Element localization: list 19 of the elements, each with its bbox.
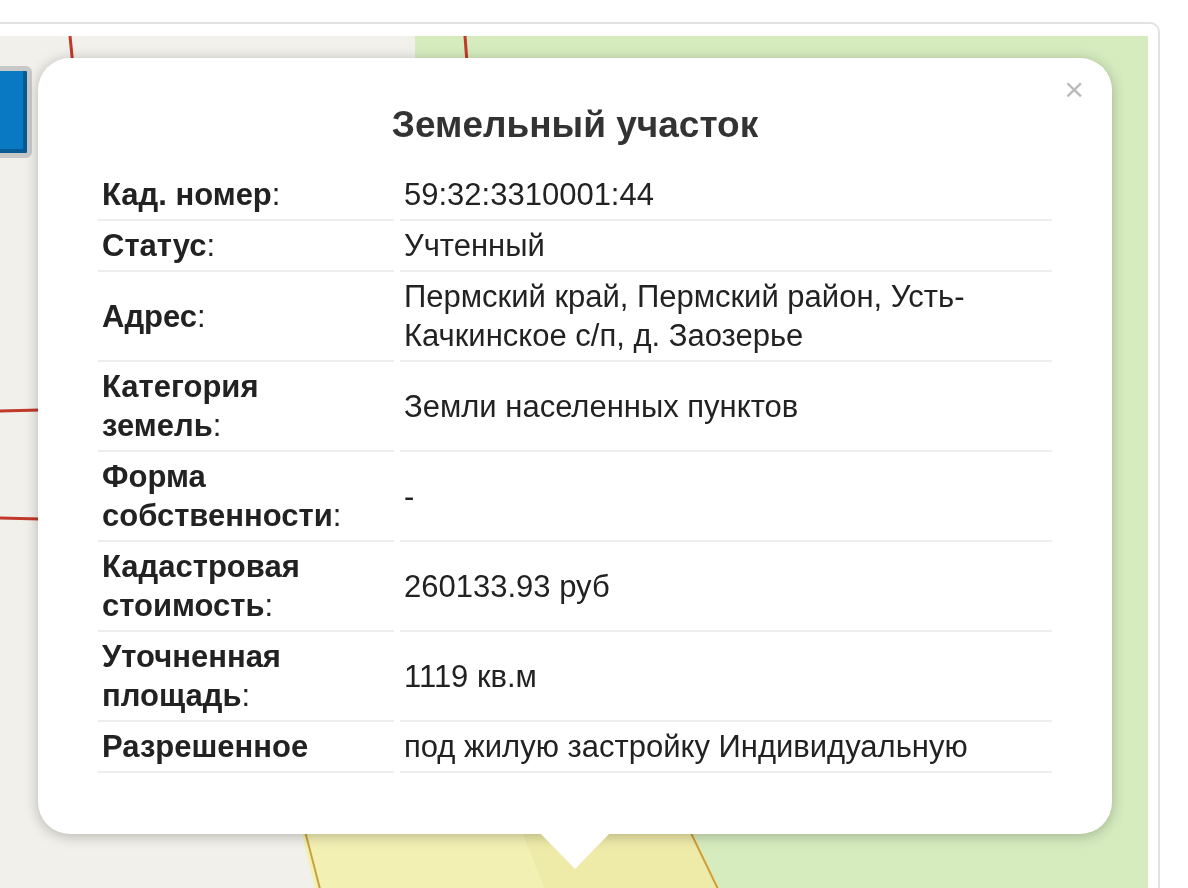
field-label: Адрес: (102, 297, 206, 336)
field-value: 1119 кв.м (404, 657, 537, 696)
field-label: Кад. номер: (102, 176, 281, 214)
field-value: - (404, 477, 415, 516)
close-button[interactable]: × (1058, 70, 1090, 109)
field-value: 59:32:3310001:44 (404, 176, 654, 214)
popup-title: Земельный участок (390, 104, 760, 146)
field-label: Кадастровая стоимость: (102, 548, 301, 625)
field-label: Уточненная площадь: (102, 638, 282, 715)
field-value: Пермский край, Пермский район, Усть-Качкинское с/п, д. Заозерье (404, 278, 966, 355)
field-label: Категория земель: (102, 368, 260, 445)
field-value: 260133.93 руб (404, 567, 610, 606)
field-value: Земли населенных пунктов (404, 387, 799, 426)
field-label: Форма собственности: (102, 458, 343, 535)
field-label: Разрешенное (102, 728, 309, 766)
field-label: Статус: (102, 227, 216, 265)
field-value: под жилую застройку Индивидуальную (404, 728, 968, 766)
map-layer-button[interactable] (0, 66, 32, 158)
field-value: Учтенный (404, 227, 545, 265)
